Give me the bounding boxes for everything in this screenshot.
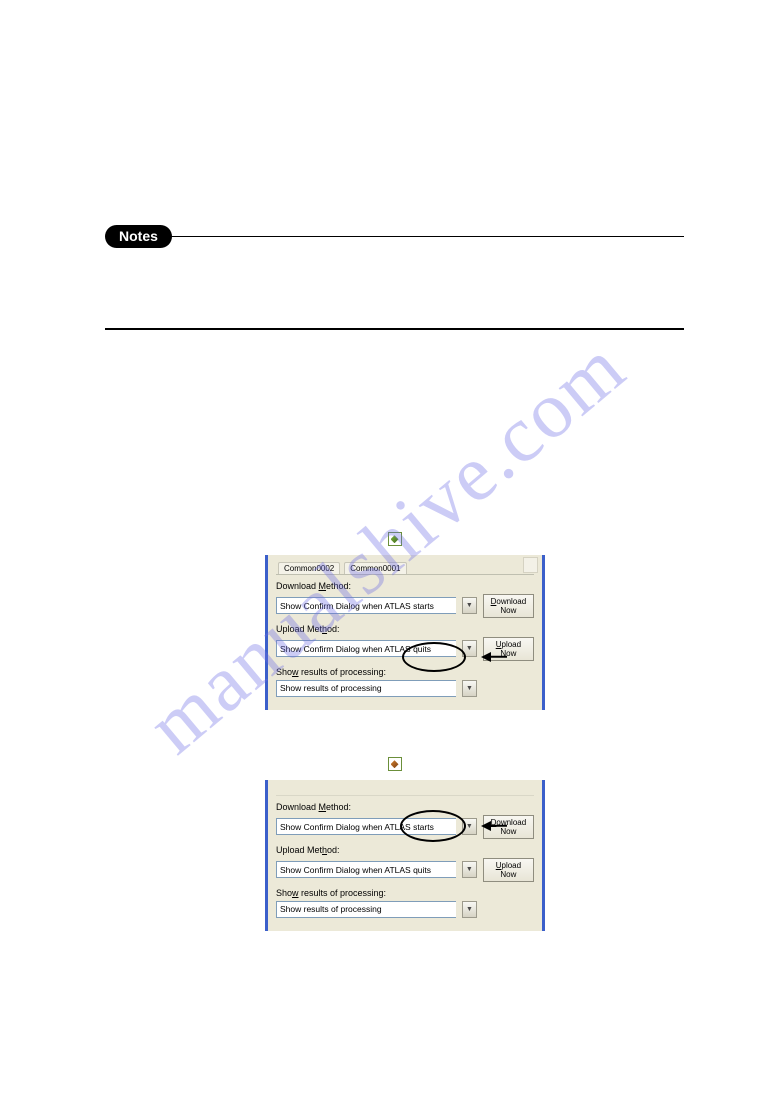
upload-row: Show Confirm Dialog when ATLAS quits ▼ U… (276, 858, 534, 882)
results-row: Show results of processing ▼ (276, 901, 534, 918)
notes-rule (170, 236, 684, 238)
text: results of processing: (299, 888, 387, 898)
scrollbar-gutter (523, 557, 538, 573)
dropdown-arrow-icon[interactable]: ▼ (462, 901, 477, 918)
upload-method-select[interactable]: Show Confirm Dialog when ATLAS quits (276, 861, 456, 878)
dropdown-arrow-icon[interactable]: ▼ (462, 818, 477, 835)
upload-now-button[interactable]: Upload Now (483, 858, 534, 882)
document-page: Notes Common0002 Common0001 Download Met… (0, 0, 774, 991)
icon-row-1 (105, 531, 684, 549)
mnemonic: M (319, 802, 327, 812)
upload-row: Show Confirm Dialog when ATLAS quits ▼ U… (276, 637, 534, 661)
dictionary-icon (388, 532, 402, 546)
text: od: (327, 624, 340, 634)
upload-now-button[interactable]: Upload Now (483, 637, 534, 661)
text: Upload Met (276, 845, 322, 855)
download-row: Show Confirm Dialog when ATLAS starts ▼ … (276, 815, 534, 839)
dropdown-arrow-icon[interactable]: ▼ (462, 680, 477, 697)
text: Sho (276, 888, 292, 898)
upload-method-label: Upload Method: (276, 624, 534, 634)
show-results-select[interactable]: Show results of processing (276, 901, 456, 918)
text: ownload (496, 597, 526, 606)
tabs-strip: Common0002 Common0001 (276, 559, 534, 575)
dropdown-arrow-icon[interactable]: ▼ (462, 640, 477, 657)
btn-line2: Now (500, 827, 516, 836)
tab-common0001[interactable]: Common0001 (344, 562, 406, 574)
text: pload (502, 640, 522, 649)
upload-method-select[interactable]: Show Confirm Dialog when ATLAS quits (276, 640, 456, 657)
upload-method-label: Upload Method: (276, 845, 534, 855)
dropdown-arrow-icon[interactable]: ▼ (462, 597, 477, 614)
divider (276, 788, 534, 796)
dialog-1-wrapper: Common0002 Common0001 Download Method: S… (185, 555, 515, 710)
btn-line1: Upload (496, 640, 521, 649)
icon-row-2 (105, 756, 684, 774)
btn-line2: Now (500, 606, 516, 615)
settings-dialog-1: Common0002 Common0001 Download Method: S… (265, 555, 545, 710)
text: ownload (496, 818, 526, 827)
text: Upload Met (276, 624, 322, 634)
dialog-2-wrapper: Download Method: Show Confirm Dialog whe… (185, 780, 515, 931)
download-row: Show Confirm Dialog when ATLAS starts ▼ … (276, 594, 534, 618)
dropdown-arrow-icon[interactable]: ▼ (462, 861, 477, 878)
text: Download (276, 581, 319, 591)
text: Download (276, 802, 319, 812)
text: results of processing: (299, 667, 387, 677)
text: ethod: (326, 802, 351, 812)
text: pload (502, 861, 522, 870)
download-method-select[interactable]: Show Confirm Dialog when ATLAS starts (276, 818, 456, 835)
results-row: Show results of processing ▼ (276, 680, 534, 697)
btn-line1: Download (491, 597, 527, 606)
btn-line2: Now (500, 870, 516, 879)
text: ethod: (326, 581, 351, 591)
download-now-button[interactable]: Download Now (483, 594, 534, 618)
btn-line1: Upload (496, 861, 521, 870)
horizontal-rule (105, 328, 684, 330)
settings-dialog-2: Download Method: Show Confirm Dialog whe… (265, 780, 545, 931)
download-method-label: Download Method: (276, 802, 534, 812)
tab-common0002[interactable]: Common0002 (278, 562, 340, 574)
text: Sho (276, 667, 292, 677)
btn-line2: Now (500, 649, 516, 658)
show-results-label: Show results of processing: (276, 667, 534, 677)
download-now-button[interactable]: Download Now (483, 815, 534, 839)
notes-pill: Notes (105, 225, 172, 248)
mnemonic: M (319, 581, 327, 591)
show-results-label: Show results of processing: (276, 888, 534, 898)
dictionary-icon (388, 757, 402, 771)
download-method-label: Download Method: (276, 581, 534, 591)
btn-line1: Download (491, 818, 527, 827)
text: od: (327, 845, 340, 855)
download-method-select[interactable]: Show Confirm Dialog when ATLAS starts (276, 597, 456, 614)
show-results-select[interactable]: Show results of processing (276, 680, 456, 697)
notes-heading-row: Notes (105, 225, 684, 248)
